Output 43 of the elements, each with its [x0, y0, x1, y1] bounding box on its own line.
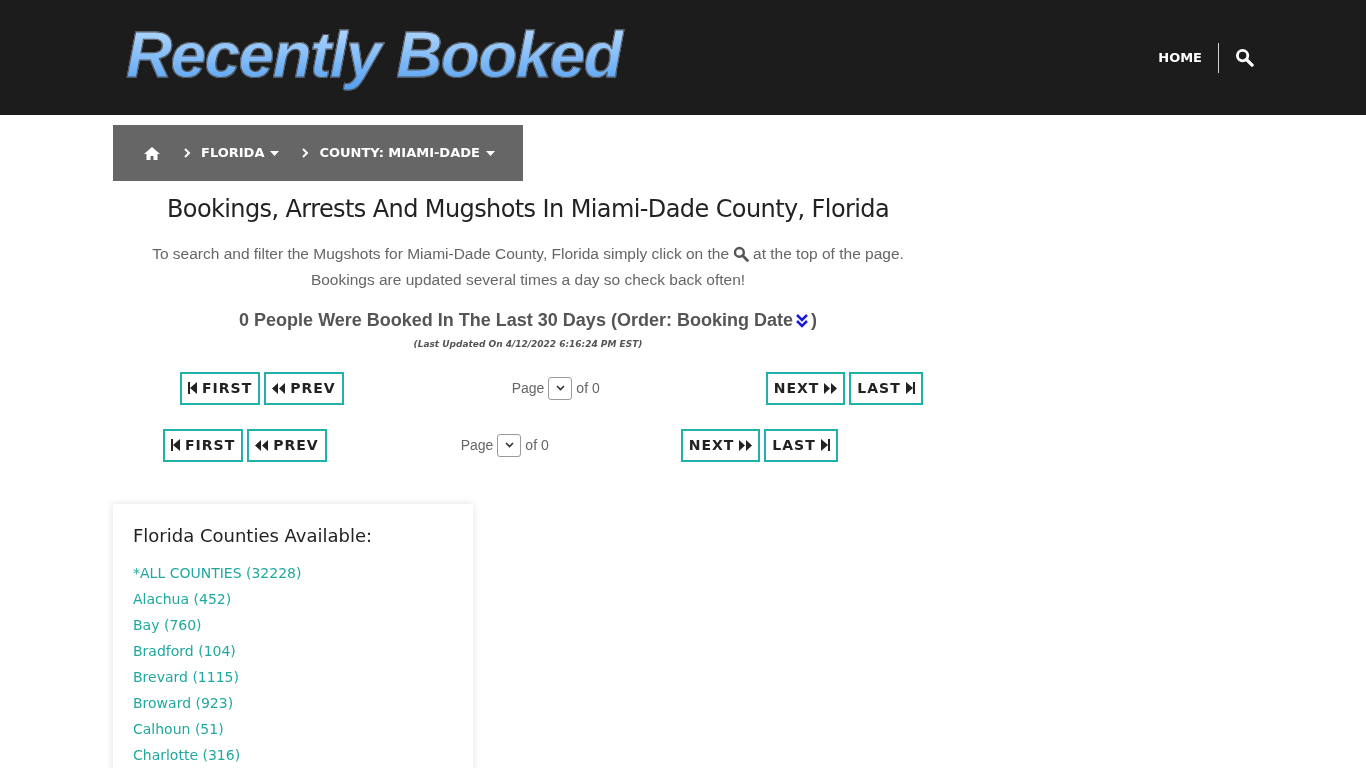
last-button[interactable]: LAST: [764, 428, 838, 462]
chevron-icon: [183, 148, 191, 158]
page-select[interactable]: [497, 433, 522, 457]
search-icon: [733, 246, 750, 262]
last-updated-text: (Last Updated On 4/12/2022 6:16:24 PM EST): [412, 338, 644, 351]
page-select[interactable]: [548, 376, 573, 400]
chevron-icon: [301, 148, 310, 158]
skip-start-icon: [171, 439, 180, 451]
summary-text: ): [810, 309, 817, 332]
page-count: of 0: [576, 378, 600, 398]
page-label: Page: [511, 378, 545, 398]
intro-text: To search and filter the Mugshots for Miami-Dade County, Florida simply click on the: [152, 244, 730, 264]
first-button[interactable]: FIRST: [180, 371, 261, 405]
skip-start-icon: [188, 382, 197, 394]
sort-icon[interactable]: [795, 313, 808, 328]
prev-button[interactable]: PREV: [264, 371, 344, 405]
next-button[interactable]: NEXT: [680, 428, 761, 462]
home-icon[interactable]: [143, 145, 161, 161]
next-button[interactable]: NEXT: [765, 371, 846, 405]
intro-text: at the top of the page.: [753, 244, 904, 264]
page-label: Page: [460, 435, 494, 455]
caret-icon[interactable]: [270, 150, 280, 156]
intro-text: Bookings are updated several times a day so check back often!: [309, 270, 747, 290]
page-count: of 0: [525, 435, 549, 455]
chevron-down-icon: [504, 442, 514, 448]
nav-link[interactable]: HOME: [1158, 47, 1202, 68]
search-icon[interactable]: [1235, 48, 1254, 67]
breadcrumb-link[interactable]: FLORIDA: [201, 143, 280, 163]
summary-text: 0 People Were Booked In The Last 30 Days (Order: Booking Date: [239, 309, 793, 332]
skip-end-icon: [905, 382, 915, 394]
page-title: Bookings, Arrests And Mugshots In Miami-Dade County, Florida: [165, 194, 891, 225]
last-button[interactable]: LAST: [849, 371, 923, 405]
caret-icon[interactable]: [485, 150, 495, 156]
first-button[interactable]: FIRST: [163, 428, 244, 462]
prev-button[interactable]: PREV: [247, 428, 327, 462]
chevron-down-icon: [555, 385, 565, 391]
rewind-icon: [255, 439, 269, 451]
rewind-icon: [272, 382, 286, 394]
fast-forward-icon: [824, 382, 838, 394]
fast-forward-icon: [739, 439, 753, 451]
skip-end-icon: [820, 439, 830, 451]
card-title: Florida Counties Available:: [133, 523, 374, 548]
breadcrumb-link[interactable]: COUNTY: MIAMI-DADE: [319, 143, 495, 163]
